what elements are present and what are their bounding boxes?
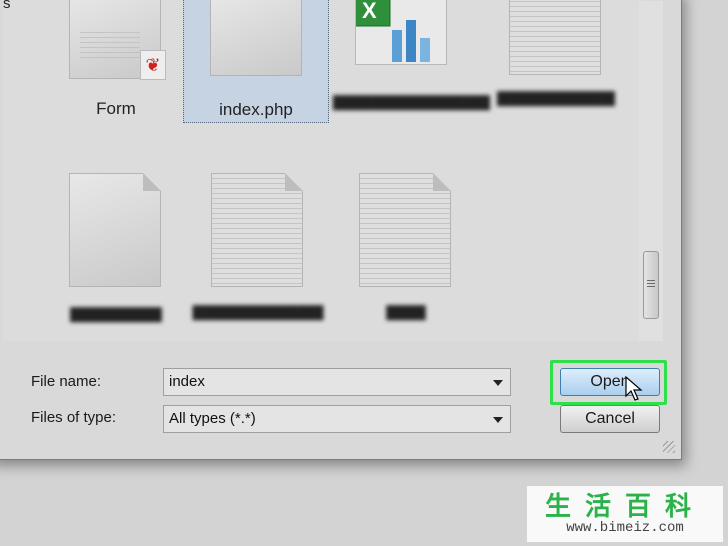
chevron-down-icon[interactable]	[493, 380, 503, 386]
chevron-down-icon[interactable]	[493, 417, 503, 423]
pdf-icon: ❦	[140, 50, 166, 80]
vertical-scrollbar[interactable]	[639, 1, 663, 341]
text-file-thumbnail	[509, 0, 601, 75]
file-caption-blurred: ▆▆▆▆▆▆▆	[70, 303, 162, 322]
svg-text:X: X	[362, 0, 377, 23]
grip-line	[647, 280, 655, 281]
file-tile-index-php[interactable]: index.php	[183, 0, 329, 123]
file-caption-index-php: index.php	[219, 100, 293, 119]
file-type-value: All types (*.*)	[169, 410, 256, 427]
files-of-type-label: Files of type:	[31, 409, 117, 426]
watermark-url: www.bimeiz.com	[566, 520, 684, 536]
file-list-pane[interactable]: s ❦ Form index.php X ▆▆▆▆▆▆▆▆▆▆▆▆ ▆▆▆▆▆▆…	[3, 0, 663, 341]
cancel-button[interactable]: Cancel	[560, 405, 660, 433]
mouse-cursor-icon	[625, 376, 643, 401]
file-type-select[interactable]: All types (*.*)	[163, 405, 511, 433]
file-caption-blurred: ▆▆▆	[386, 301, 426, 320]
excel-icon: X	[353, 0, 430, 62]
file-caption-blurred: ▆▆▆▆▆▆▆▆▆▆	[192, 301, 324, 320]
file-name-input[interactable]: index	[163, 368, 511, 396]
grip-line	[647, 286, 655, 287]
file-caption-form: Form	[96, 99, 136, 118]
file-name-value: index	[169, 373, 205, 390]
watermark-chinese: 生活百科	[544, 491, 705, 521]
php-file-thumbnail	[210, 0, 302, 76]
file-tile-blank[interactable]: ▆▆▆▆▆▆▆	[41, 173, 191, 322]
text-file-thumbnail	[359, 173, 451, 287]
file-caption-blurred: ▆▆▆▆▆▆▆▆▆	[497, 87, 615, 106]
file-name-label: File name:	[31, 373, 102, 390]
file-tile-form[interactable]: ❦ Form	[41, 0, 191, 121]
file-tile-text-2[interactable]: ▆▆▆▆▆▆▆▆▆▆	[183, 173, 333, 320]
blank-file-thumbnail	[69, 173, 161, 287]
watermark: 生活百科 www.bimeiz.com	[527, 486, 723, 542]
highlight-box	[550, 360, 667, 405]
text-file-thumbnail	[211, 173, 303, 287]
sidebar-label-fragment: s	[3, 0, 11, 12]
grip-line	[647, 283, 655, 284]
file-tile-excel[interactable]: X ▆▆▆▆▆▆▆▆▆▆▆▆	[333, 0, 490, 121]
pdf-document-thumbnail: ❦	[69, 0, 166, 80]
cancel-button-label: Cancel	[585, 410, 635, 427]
resize-grip-icon[interactable]	[663, 441, 675, 453]
file-tile-text-3[interactable]: ▆▆▆	[331, 173, 481, 320]
file-tile-text[interactable]: ▆▆▆▆▆▆▆▆▆	[481, 0, 631, 121]
spreadsheet-thumbnail: X	[353, 0, 447, 65]
scrollbar-thumb[interactable]	[643, 251, 659, 319]
file-caption-blurred: ▆▆▆▆▆▆▆▆▆▆▆▆	[333, 91, 490, 110]
